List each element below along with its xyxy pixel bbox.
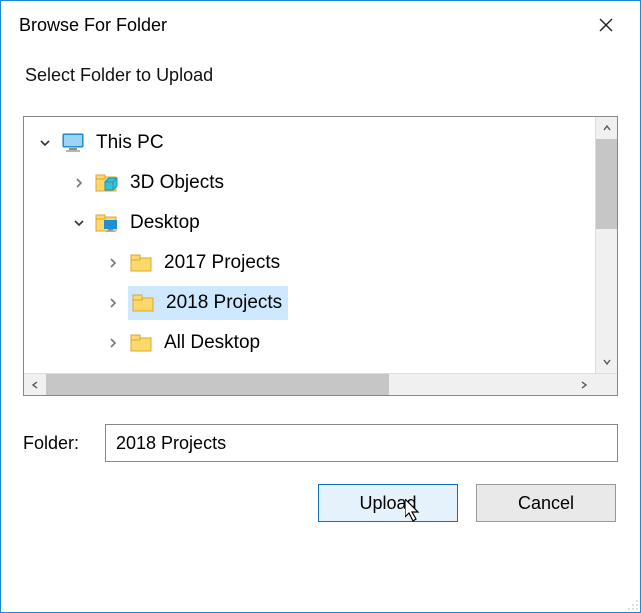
tree-item-desktop[interactable]: Desktop xyxy=(32,203,595,243)
folder-icon xyxy=(128,330,154,356)
scroll-track[interactable] xyxy=(596,139,617,351)
tree-item-2018-projects[interactable]: 2018 Projects xyxy=(32,283,595,323)
instruction-text: Select Folder to Upload xyxy=(23,65,618,86)
cancel-button-label: Cancel xyxy=(518,493,574,514)
folder-field-label: Folder: xyxy=(23,433,105,454)
titlebar: Browse For Folder xyxy=(1,1,640,45)
folder-icon xyxy=(130,290,156,316)
tree-item-label: All Desktop xyxy=(162,328,266,358)
vertical-scrollbar[interactable] xyxy=(595,117,617,373)
chevron-right-icon[interactable] xyxy=(102,332,124,354)
tree-item-label: Desktop xyxy=(128,208,206,238)
tree-item-2017-projects[interactable]: 2017 Projects xyxy=(32,243,595,283)
chevron-down-icon[interactable] xyxy=(34,132,56,154)
upload-button-label: Upload xyxy=(359,493,416,514)
folder-field-row: Folder: xyxy=(23,424,618,462)
folder-tree-container: This PC xyxy=(23,116,618,396)
close-icon xyxy=(599,18,613,32)
scroll-thumb[interactable] xyxy=(596,139,617,229)
tree-item-label: 2017 Projects xyxy=(162,248,286,278)
close-button[interactable] xyxy=(586,9,626,41)
pc-icon xyxy=(60,130,86,156)
tree-item-label: 3D Objects xyxy=(128,168,230,198)
chevron-down-icon xyxy=(602,357,612,367)
tree-item-this-pc[interactable]: This PC xyxy=(32,123,595,163)
scroll-thumb[interactable] xyxy=(46,374,389,395)
chevron-right-icon[interactable] xyxy=(68,172,90,194)
horizontal-scrollbar[interactable] xyxy=(24,373,617,395)
tree-item-3d-objects[interactable]: 3D Objects xyxy=(32,163,595,203)
3d-objects-icon xyxy=(94,170,120,196)
dialog-buttons: Upload Cancel xyxy=(23,484,618,530)
folder-name-input[interactable] xyxy=(105,424,618,462)
tree-item-label: This PC xyxy=(94,128,170,158)
folder-tree[interactable]: This PC xyxy=(24,117,595,373)
chevron-up-icon xyxy=(602,123,612,133)
folder-icon xyxy=(128,250,154,276)
dialog-content: Select Folder to Upload xyxy=(1,45,640,612)
dialog-title: Browse For Folder xyxy=(19,15,167,36)
chevron-right-icon[interactable] xyxy=(102,252,124,274)
chevron-right-icon[interactable] xyxy=(102,292,124,314)
tree-item-all-desktop[interactable]: All Desktop xyxy=(32,323,595,363)
resize-grip-icon[interactable] xyxy=(625,597,639,611)
cancel-button[interactable]: Cancel xyxy=(476,484,616,522)
scroll-down-button[interactable] xyxy=(596,351,617,373)
tree-item-label: 2018 Projects xyxy=(164,288,288,318)
chevron-down-icon[interactable] xyxy=(68,212,90,234)
chevron-right-icon xyxy=(579,380,589,390)
chevron-left-icon xyxy=(30,380,40,390)
scroll-right-button[interactable] xyxy=(573,374,595,395)
scroll-corner xyxy=(595,374,617,395)
browse-for-folder-dialog: Browse For Folder Select Folder to Uploa… xyxy=(0,0,641,613)
scroll-track[interactable] xyxy=(46,374,573,395)
upload-button[interactable]: Upload xyxy=(318,484,458,522)
desktop-icon xyxy=(94,210,120,236)
scroll-left-button[interactable] xyxy=(24,374,46,395)
scroll-up-button[interactable] xyxy=(596,117,617,139)
